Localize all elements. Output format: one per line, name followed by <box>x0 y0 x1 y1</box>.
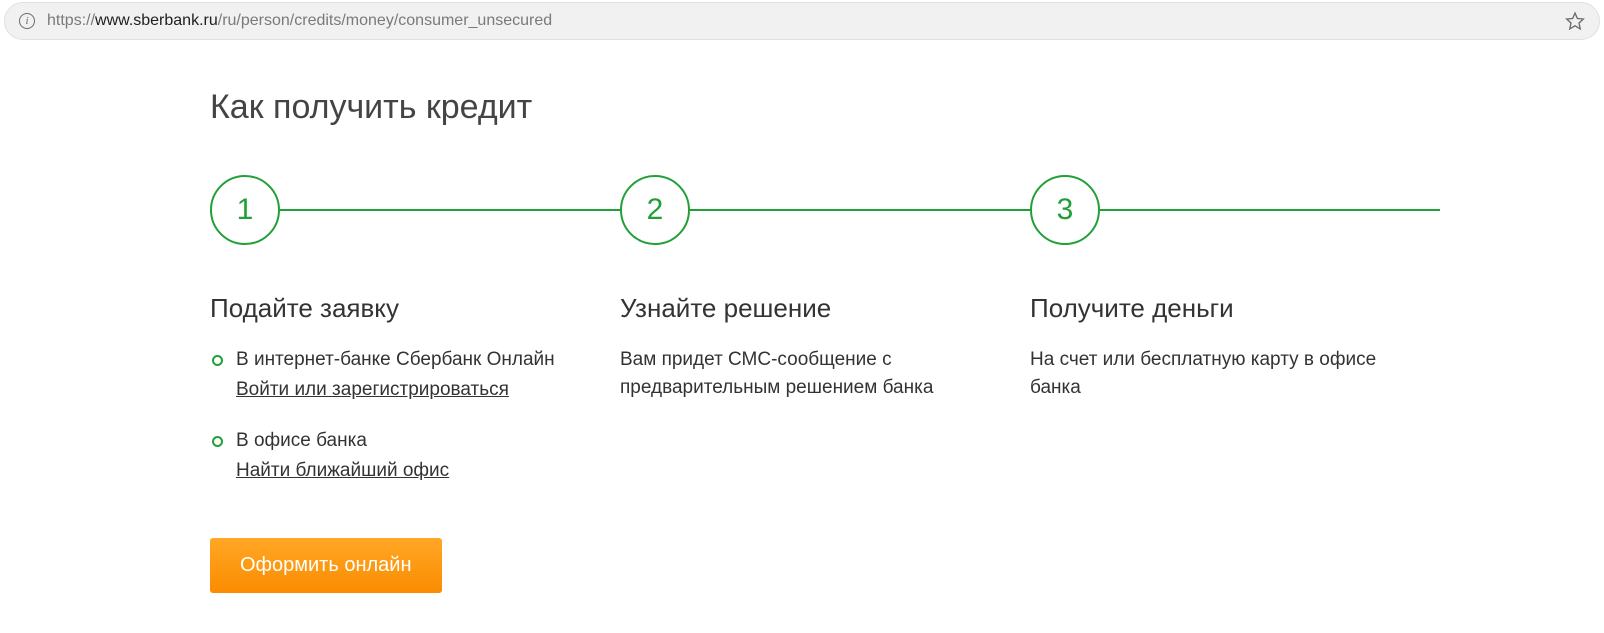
url-path: /ru/person/credits/money/consumer_unsecu… <box>218 12 552 29</box>
step-1-header: 1 <box>210 175 620 245</box>
bullet-text: В офисе банка <box>236 430 367 451</box>
step-1-circle: 1 <box>210 175 280 245</box>
step-2-title: Узнайте решение <box>620 293 990 324</box>
browser-address-bar[interactable]: i https://www.sberbank.ru/ru/person/cred… <box>4 2 1600 40</box>
page-content: Как получить кредит 1 Подайте заявку В и… <box>0 40 1604 633</box>
url-prefix: https:// <box>47 12 95 29</box>
bookmark-star-icon[interactable] <box>1565 11 1585 31</box>
bullet-text: В интернет-банке Сбербанк Онлайн <box>236 349 555 370</box>
step-2: 2 Узнайте решение Вам придет СМС-сообщен… <box>620 175 1030 593</box>
step-3-header: 3 <box>1030 175 1440 245</box>
step-1-bullets: В интернет-банке Сбербанк Онлайн Войти и… <box>210 346 580 484</box>
step-3-text: На счет или бесплатную карту в офисе бан… <box>1030 346 1400 401</box>
step-2-line <box>690 209 1030 211</box>
step-1-title: Подайте заявку <box>210 293 580 324</box>
page-heading: Как получить кредит <box>210 88 1604 127</box>
step-1-line <box>280 209 620 211</box>
step-3-title: Получите деньги <box>1030 293 1400 324</box>
step-1: 1 Подайте заявку В интернет-банке Сберба… <box>210 175 620 593</box>
step-2-circle: 2 <box>620 175 690 245</box>
step-2-header: 2 <box>620 175 1030 245</box>
apply-online-button[interactable]: Оформить онлайн <box>210 538 442 593</box>
step-2-text: Вам придет СМС-сообщение с предварительн… <box>620 346 990 401</box>
url-host: www.sberbank.ru <box>95 12 218 29</box>
login-register-link[interactable]: Войти или зарегистрироваться <box>236 376 509 404</box>
list-item: В интернет-банке Сбербанк Онлайн Войти и… <box>210 346 580 403</box>
url-field[interactable]: https://www.sberbank.ru/ru/person/credit… <box>47 12 1565 30</box>
step-3-line <box>1100 209 1440 211</box>
info-icon[interactable]: i <box>19 13 35 29</box>
step-3-circle: 3 <box>1030 175 1100 245</box>
steps-row: 1 Подайте заявку В интернет-банке Сберба… <box>210 175 1440 593</box>
find-office-link[interactable]: Найти ближайший офис <box>236 457 449 485</box>
step-3: 3 Получите деньги На счет или бесплатную… <box>1030 175 1440 593</box>
list-item: В офисе банка Найти ближайший офис <box>210 427 580 484</box>
